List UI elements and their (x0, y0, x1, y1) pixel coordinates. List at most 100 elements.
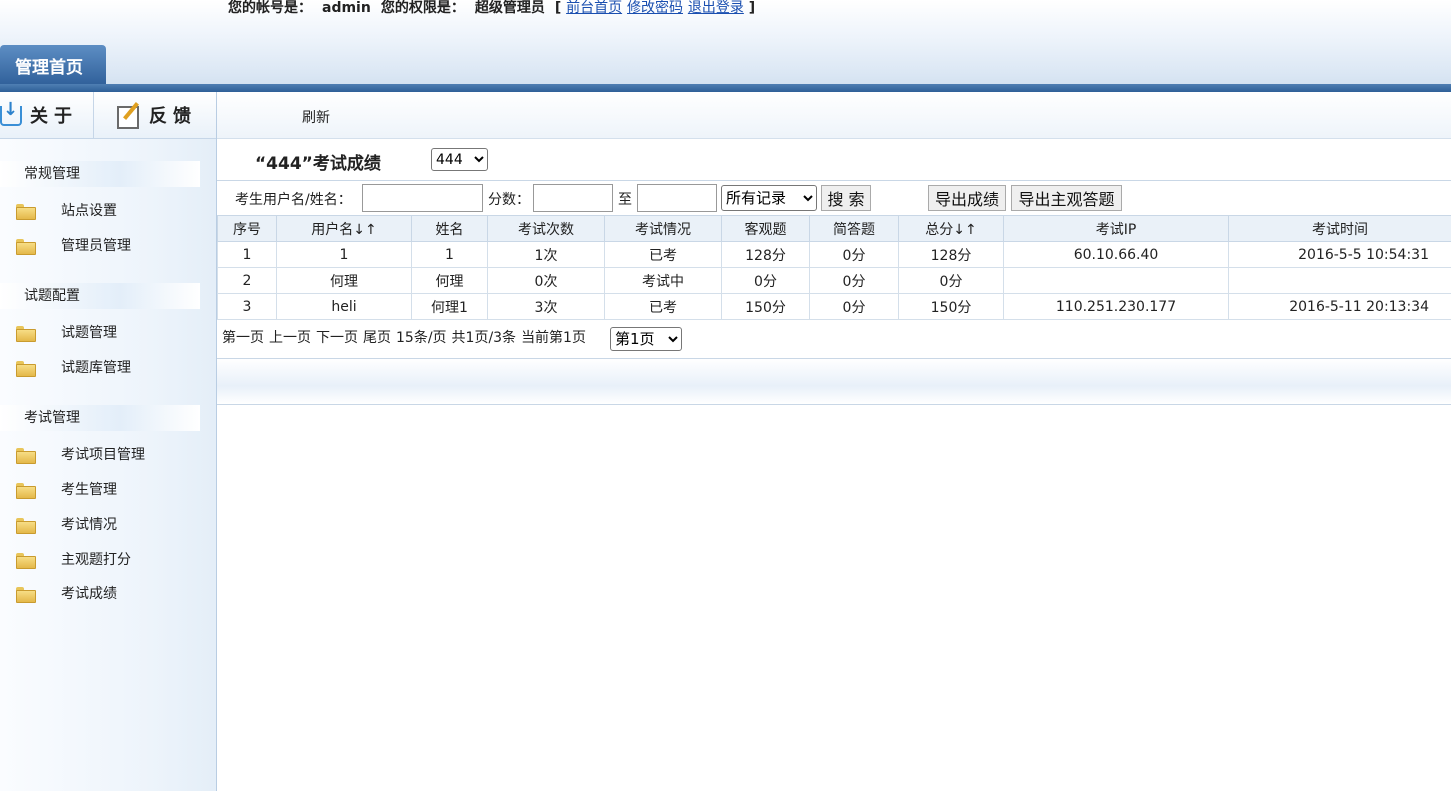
role-label: 您的权限是： (380, 0, 465, 16)
cell-name: 何理 (411, 267, 488, 294)
col-header-time: 考试时间 (1228, 215, 1451, 242)
cell-name: 何理1 (411, 293, 488, 320)
col-header-username-sort[interactable]: 用户名↓↑ (276, 215, 412, 242)
cell-no: 3 (217, 293, 277, 320)
sidebar-item-label: 主观题打分 (61, 552, 131, 568)
main-content: 刷新 “444”考试成绩 444 考生用户名/姓名： 分数： 至 所有记录 搜 … (217, 92, 1451, 791)
sidebar-item-label: 试题管理 (61, 325, 117, 341)
cell-time: 2016-5-5 10:54:31 (1228, 241, 1451, 268)
col-header-short-answer: 简答题 (809, 215, 899, 242)
sidebar-item-examinee-manage[interactable]: 考生管理 (16, 478, 117, 500)
sidebar: 关于 反馈 常规管理 站点设置 管理员管理 试题配置 试题管理 试题库管理 考试… (0, 92, 217, 791)
cell-total: 128分 (898, 241, 1004, 268)
current-page-text: 当前第1页 (521, 330, 586, 346)
feedback-button[interactable]: 反馈 (95, 92, 216, 138)
first-page-link[interactable]: 第一页 (222, 330, 264, 346)
to-label: 至 (618, 192, 632, 208)
cell-no: 1 (217, 241, 277, 268)
user-label: 考生用户名/姓名： (235, 192, 352, 208)
cell-username: heli (276, 293, 412, 320)
table-header-row: 序号 用户名↓↑ 姓名 考试次数 考试情况 客观题 简答题 总分↓↑ 考试IP … (217, 215, 1451, 242)
refresh-button[interactable]: 刷新 (302, 107, 330, 127)
folder-icon (16, 517, 36, 534)
last-page-link[interactable]: 尾页 (363, 330, 391, 346)
top-header: 您的帐号是： admin 您的权限是： 超级管理员 [ 前台首页 修改密码 退出登录 ]… (0, 0, 1451, 92)
export-scores-button[interactable]: 导出成绩 (928, 185, 1006, 211)
cell-username: 1 (276, 241, 412, 268)
cell-ip: 60.10.66.40 (1003, 241, 1229, 268)
prev-page-link[interactable]: 上一页 (269, 330, 311, 346)
role-value: 超级管理员 (474, 0, 545, 16)
cell-objective: 128分 (721, 241, 810, 268)
scores-table: 序号 用户名↓↑ 姓名 考试次数 考试情况 客观题 简答题 总分↓↑ 考试IP … (217, 215, 1451, 320)
page-select[interactable]: 第1页 (610, 327, 682, 351)
record-filter-select[interactable]: 所有记录 (721, 185, 817, 211)
cell-name: 1 (411, 241, 488, 268)
bottom-band (217, 358, 1451, 405)
logout-link[interactable]: 退出登录 (688, 0, 744, 16)
sidebar-group-general: 常规管理 (0, 161, 200, 187)
sidebar-item-question-bank-manage[interactable]: 试题库管理 (16, 356, 131, 378)
sidebar-item-admin-manage[interactable]: 管理员管理 (16, 234, 131, 256)
cell-short-answer: 0分 (809, 293, 899, 320)
cell-total: 150分 (898, 293, 1004, 320)
bracket-close: ] (748, 0, 756, 16)
sidebar-item-label: 管理员管理 (61, 238, 131, 254)
sidebar-group-question-config: 试题配置 (0, 283, 200, 309)
score-from-input[interactable] (533, 184, 613, 212)
folder-icon (16, 325, 36, 342)
bracket-open: [ (554, 0, 562, 16)
col-header-no: 序号 (217, 215, 277, 242)
col-header-objective: 客观题 (721, 215, 810, 242)
next-page-link[interactable]: 下一页 (316, 330, 358, 346)
sidebar-item-site-settings[interactable]: 站点设置 (16, 199, 117, 221)
table-row: 3 heli 何理1 3次 已考 150分 0分 150分 110.251.23… (217, 293, 1451, 320)
folder-icon (16, 552, 36, 569)
sidebar-item-label: 试题库管理 (61, 360, 131, 376)
cell-no: 2 (217, 267, 277, 294)
cell-count: 1次 (487, 241, 605, 268)
cell-objective: 0分 (721, 267, 810, 294)
toolbar: 刷新 (217, 92, 1451, 139)
cell-count: 3次 (487, 293, 605, 320)
cell-short-answer: 0分 (809, 267, 899, 294)
tab-strip (0, 84, 1451, 92)
sidebar-item-subjective-grading[interactable]: 主观题打分 (16, 548, 131, 570)
tab-admin-home[interactable]: 管理首页 (0, 45, 106, 86)
user-search-input[interactable] (362, 184, 483, 212)
search-button[interactable]: 搜 索 (821, 185, 871, 211)
sidebar-item-label: 考试成绩 (61, 586, 117, 602)
sidebar-item-exam-scores[interactable]: 考试成绩 (16, 582, 117, 604)
front-home-link[interactable]: 前台首页 (566, 0, 622, 16)
sidebar-item-label: 考试项目管理 (61, 447, 145, 463)
edit-icon (115, 103, 141, 129)
sidebar-item-question-manage[interactable]: 试题管理 (16, 321, 117, 343)
feedback-label: 反馈 (149, 106, 197, 127)
table-row: 2 何理 何理 0次 考试中 0分 0分 0分 (217, 267, 1451, 294)
change-password-link[interactable]: 修改密码 (627, 0, 683, 16)
col-header-name: 姓名 (411, 215, 488, 242)
cell-ip (1003, 267, 1229, 294)
pagination: 第一页 上一页 下一页 尾页 15条/页 共1页/3条 当前第1页 (222, 327, 591, 347)
cell-short-answer: 0分 (809, 241, 899, 268)
folder-icon (16, 360, 36, 377)
cell-objective: 150分 (721, 293, 810, 320)
sidebar-item-label: 考试情况 (61, 517, 117, 533)
cell-username: 何理 (276, 267, 412, 294)
col-header-status: 考试情况 (604, 215, 722, 242)
sidebar-item-exam-project[interactable]: 考试项目管理 (16, 443, 145, 465)
score-to-input[interactable] (637, 184, 717, 212)
col-header-count: 考试次数 (487, 215, 605, 242)
sidebar-item-exam-status[interactable]: 考试情况 (16, 513, 117, 535)
page-title: “444”考试成绩 (255, 154, 381, 174)
folder-icon (16, 586, 36, 603)
exam-select[interactable]: 444 (431, 148, 488, 171)
about-button[interactable]: 关于 (0, 92, 94, 138)
cell-ip: 110.251.230.177 (1003, 293, 1229, 320)
sidebar-group-exam-manage: 考试管理 (0, 405, 200, 431)
export-subjective-button[interactable]: 导出主观答题 (1011, 185, 1122, 211)
cell-status: 考试中 (604, 267, 722, 294)
per-page-text: 15条/页 (396, 330, 447, 346)
account-label: 您的帐号是： (228, 0, 312, 16)
col-header-total-sort[interactable]: 总分↓↑ (898, 215, 1004, 242)
